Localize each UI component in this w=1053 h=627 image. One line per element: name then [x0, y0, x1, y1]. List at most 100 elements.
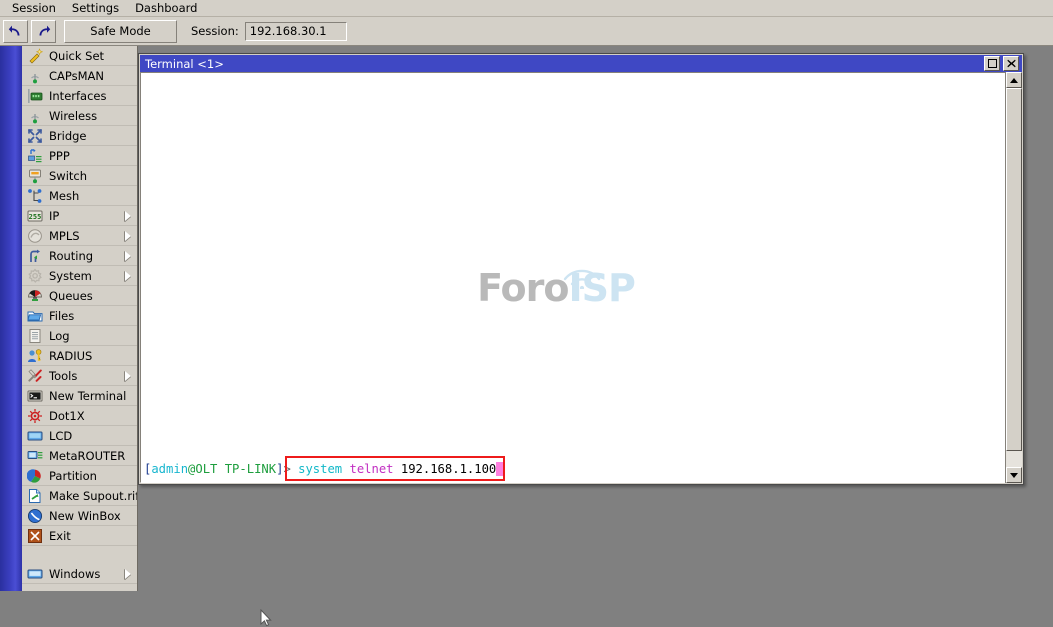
sidebar-item-capsman[interactable]: CAPsMAN — [22, 66, 137, 86]
mesh-icon — [28, 188, 42, 203]
undo-button[interactable] — [3, 19, 28, 43]
terminal-scrollbar[interactable] — [1005, 72, 1022, 483]
new-winbox-icon — [26, 508, 44, 524]
text-cursor — [496, 462, 505, 476]
ip-255-icon: 255 — [27, 210, 43, 221]
maximize-button[interactable] — [984, 56, 1000, 71]
sidebar-item-wireless[interactable]: Wireless — [22, 106, 137, 126]
sidebar-item-interfaces[interactable]: Interfaces — [22, 86, 137, 106]
sidebar-item-system[interactable]: System — [22, 266, 137, 286]
sidebar-item-label: Mesh — [49, 188, 80, 203]
terminal-window: Terminal <1> ForoISP [admin@OLT TP-LINK]… — [138, 53, 1024, 485]
redo-icon — [39, 25, 51, 36]
sidebar-item-label: Routing — [49, 248, 94, 263]
sidebar-item-label: Bridge — [49, 128, 87, 143]
prompt-username: admin — [151, 462, 189, 476]
session-address-field[interactable]: 192.168.30.1 — [244, 21, 347, 41]
radius-key-icon — [26, 348, 44, 364]
chevron-right-icon — [125, 569, 131, 579]
sidebar-item-label: Quick Set — [49, 48, 105, 63]
sidebar-item-ppp[interactable]: PPP — [22, 146, 137, 166]
sidebar-item-label: New WinBox — [49, 508, 121, 523]
sidebar-item-new-winbox[interactable]: New WinBox — [22, 506, 137, 526]
sidebar-item-quick-set[interactable]: Quick Set — [22, 46, 137, 66]
sidebar-item-log[interactable]: Log — [22, 326, 137, 346]
interfaces-icon — [26, 88, 44, 104]
sidebar-item-label: MPLS — [49, 228, 80, 243]
system-gear-icon — [28, 268, 42, 283]
routing-icon — [30, 249, 40, 262]
scroll-up-icon — [1010, 77, 1018, 83]
close-button[interactable] — [1003, 56, 1019, 71]
queues-icon — [28, 289, 42, 301]
scroll-down-icon — [1010, 472, 1018, 478]
scrollbar-track[interactable] — [1006, 88, 1022, 467]
winbox-brand-stripe: WinBox — [0, 46, 38, 591]
sidebar-spacer — [22, 546, 137, 564]
sidebar-item-mesh[interactable]: Mesh — [22, 186, 137, 206]
sidebar-item-label: Exit — [49, 528, 71, 543]
wand-icon — [29, 47, 43, 63]
sidebar-item-files[interactable]: Files — [22, 306, 137, 326]
sidebar-item-dot1x[interactable]: Dot1X — [22, 406, 137, 426]
sidebar-item-label: Switch — [49, 168, 88, 183]
close-icon — [1006, 59, 1016, 68]
ppp-icon — [28, 148, 42, 162]
sidebar-item-label: New Terminal — [49, 388, 127, 403]
metarouter-icon — [27, 450, 43, 459]
sidebar-item-new-terminal[interactable]: New Terminal — [22, 386, 137, 406]
watermark-foro: Foro — [477, 266, 569, 310]
sidebar-item-metarouter[interactable]: MetaROUTER — [22, 446, 137, 466]
sidebar-item-routing[interactable]: Routing — [22, 246, 137, 266]
terminal-output-area[interactable]: ForoISP [admin@OLT TP-LINK]> system teln… — [140, 72, 1006, 483]
sidebar-item-radius[interactable]: RADIUS — [22, 346, 137, 366]
sidebar-item-queues[interactable]: Queues — [22, 286, 137, 306]
sidebar-item-label: Files — [49, 308, 75, 323]
sidebar-item-exit[interactable]: Exit — [22, 526, 137, 546]
sidebar-item-ip[interactable]: 255 IP — [22, 206, 137, 226]
sidebar-item-bridge[interactable]: Bridge — [22, 126, 137, 146]
safe-mode-button[interactable]: Safe Mode — [64, 19, 177, 43]
switch-icon — [26, 168, 44, 184]
radius-key-icon — [28, 348, 42, 362]
foroisp-watermark: ForoISP — [456, 265, 656, 311]
terminal-icon — [26, 388, 44, 404]
session-label: Session: — [191, 24, 239, 38]
sidebar-item-label: Partition — [49, 468, 97, 483]
sidebar-item-label: Dot1X — [49, 408, 85, 423]
scroll-down-button[interactable] — [1006, 467, 1022, 483]
redo-button[interactable] — [31, 19, 56, 43]
sidebar-item-lcd[interactable]: LCD — [22, 426, 137, 446]
prompt-hostname: @OLT TP-LINK — [188, 462, 277, 476]
scroll-up-button[interactable] — [1006, 72, 1022, 88]
command-keyword: system — [298, 462, 343, 476]
switch-icon — [29, 169, 41, 183]
menu-item-settings[interactable]: Settings — [64, 0, 127, 17]
sidebar-item-tools[interactable]: Tools — [22, 366, 137, 386]
terminal-icon — [27, 390, 43, 401]
menu-item-dashboard[interactable]: Dashboard — [127, 0, 205, 17]
sidebar-item-label: CAPsMAN — [49, 68, 105, 83]
sidebar-item-label: Interfaces — [49, 88, 107, 103]
tools-icon — [28, 368, 42, 382]
sidebar-item-windows[interactable]: Windows — [22, 564, 137, 584]
folder-icon — [27, 311, 43, 321]
scrollbar-thumb[interactable] — [1006, 88, 1022, 451]
sidebar-item-switch[interactable]: Switch — [22, 166, 137, 186]
sidebar-item-make-supout-rif[interactable]: Make Supout.rif — [22, 486, 137, 506]
sidebar-item-label: LCD — [49, 428, 73, 443]
partition-icon — [27, 468, 41, 483]
command-argument: 192.168.1.100 — [400, 462, 497, 476]
sidebar-item-mpls[interactable]: MPLS — [22, 226, 137, 246]
menu-item-session[interactable]: Session — [4, 0, 64, 17]
sidebar-item-label: Windows — [49, 566, 101, 581]
terminal-titlebar[interactable]: Terminal <1> — [140, 55, 1022, 72]
exit-icon — [26, 528, 44, 544]
wand-icon — [26, 47, 44, 64]
sidebar-item-partition[interactable]: Partition — [22, 466, 137, 486]
antenna-icon — [31, 113, 39, 123]
partition-icon — [26, 468, 44, 484]
chevron-right-icon — [125, 211, 131, 221]
menu-bar: Session Settings Dashboard — [0, 0, 1053, 17]
folder-icon — [26, 308, 44, 324]
